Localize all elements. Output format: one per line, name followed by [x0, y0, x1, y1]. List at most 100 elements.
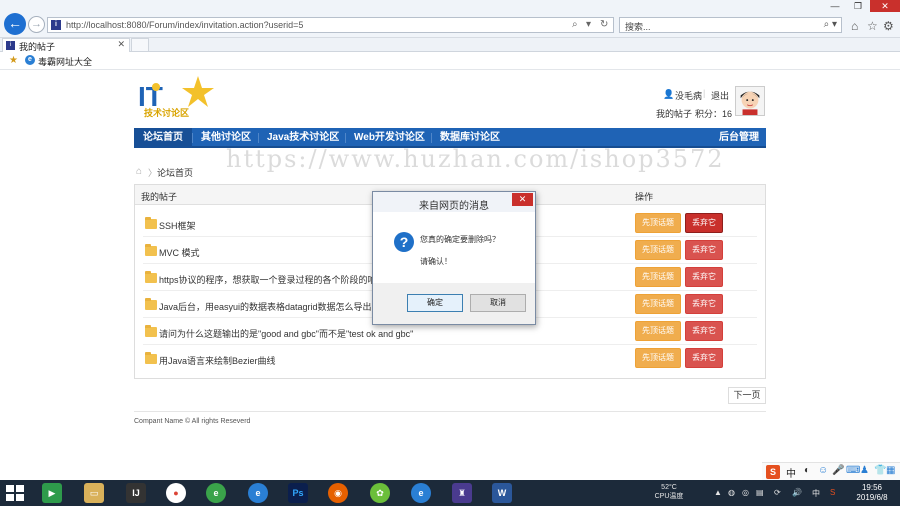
- intellij-app-icon[interactable]: IJ: [126, 483, 146, 503]
- folder-icon: [145, 244, 157, 256]
- post-title-link[interactable]: SSH框架: [159, 219, 196, 232]
- home-icon[interactable]: ⌂: [851, 19, 858, 33]
- sogou-ime-icon[interactable]: S: [766, 465, 780, 479]
- user-center-icon[interactable]: ♟: [860, 465, 869, 476]
- folder-icon: [145, 325, 157, 337]
- dialog-sub-message: 请确认！: [420, 257, 452, 266]
- footer-text: Compant Name © All rights Reseverd: [134, 418, 251, 425]
- maximize-button[interactable]: ❐: [847, 0, 869, 12]
- user-name-link[interactable]: 没毛病: [675, 89, 702, 102]
- folder-icon: [145, 271, 157, 283]
- post-title-link[interactable]: https协议的程序，想获取一个登录过程的各个阶段的响应时间: [159, 273, 404, 286]
- minimize-button[interactable]: —: [824, 0, 846, 12]
- tray-antivirus-icon[interactable]: ◎: [742, 488, 749, 497]
- ime-toolbar: S 中 ◐ ☺ 🎤 ⌨ ♟ 👕 ▦: [762, 462, 900, 480]
- next-page-button[interactable]: 下一页: [728, 387, 766, 404]
- system-clock[interactable]: 19:56 2019/6/8: [848, 483, 896, 503]
- browser-360-app-icon[interactable]: e: [206, 483, 226, 503]
- emoji-icon[interactable]: ☺: [818, 465, 828, 476]
- table-row: 用Java语言来绘制Bezier曲线 先顶话题 丢弃它: [143, 345, 757, 372]
- tray-lang[interactable]: 中: [812, 488, 820, 499]
- discard-button[interactable]: 丢弃它: [685, 321, 723, 341]
- tab-favicon: i: [6, 41, 15, 50]
- my-posts-link[interactable]: 我的帖子: [656, 107, 692, 120]
- dialog-message: 您真的确定要删除吗？: [420, 235, 500, 244]
- keyboard-icon[interactable]: ⌨: [846, 465, 860, 476]
- pin-topic-button[interactable]: 先顶话题: [635, 240, 681, 260]
- close-tab-icon[interactable]: ✕: [117, 39, 125, 50]
- refresh-icon[interactable]: ↻: [600, 19, 608, 30]
- dialog-titlebar[interactable]: 来自网页的消息: [373, 192, 535, 212]
- search-icon[interactable]: ⌕ ▾: [824, 19, 837, 30]
- pin-topic-button[interactable]: 先顶话题: [635, 294, 681, 314]
- pin-topic-button[interactable]: 先顶话题: [635, 321, 681, 341]
- media-player-app-icon[interactable]: ▶: [42, 483, 62, 503]
- search-input[interactable]: 搜索... ⌕ ▾: [619, 17, 842, 33]
- word-app-icon[interactable]: W: [492, 483, 512, 503]
- tray-sync-icon[interactable]: ⟳: [774, 488, 781, 497]
- ok-button[interactable]: 确定: [407, 294, 463, 312]
- discard-button[interactable]: 丢弃它: [685, 348, 723, 368]
- dialog-close-button[interactable]: ✕: [512, 193, 533, 206]
- ime-lang-toggle[interactable]: 中: [786, 465, 796, 480]
- settings-gear-icon[interactable]: ⚙: [883, 19, 894, 33]
- favorites-add-icon[interactable]: ★: [9, 55, 18, 66]
- microphone-icon[interactable]: 🎤: [832, 465, 844, 476]
- chevron-down-icon[interactable]: ▾: [586, 19, 591, 30]
- discard-button[interactable]: 丢弃它: [685, 213, 723, 233]
- windows-start-button[interactable]: [6, 485, 24, 501]
- breadcrumb[interactable]: 论坛首页: [157, 166, 193, 179]
- photoshop-app-icon[interactable]: Ps: [288, 483, 308, 503]
- file-explorer-app-icon[interactable]: ▭: [84, 483, 104, 503]
- discard-button[interactable]: 丢弃它: [685, 294, 723, 314]
- tray-app-icon[interactable]: ◍: [728, 488, 735, 497]
- clock-date: 2019/6/8: [856, 493, 888, 502]
- chrome-app-icon[interactable]: ●: [166, 483, 186, 503]
- clock-time: 19:56: [861, 483, 883, 492]
- half-width-icon[interactable]: ◐: [804, 465, 810, 476]
- volume-icon[interactable]: 🔊: [792, 488, 802, 497]
- address-url[interactable]: http://localhost:8080/Forum/index/invita…: [66, 20, 303, 30]
- pin-topic-button[interactable]: 先顶话题: [635, 213, 681, 233]
- tab-my-posts[interactable]: i 我的帖子 ✕: [2, 38, 130, 52]
- post-title-link[interactable]: MVC 模式: [159, 246, 200, 259]
- post-title-link[interactable]: 用Java语言来绘制Bezier曲线: [159, 354, 276, 367]
- pin-topic-button[interactable]: 先顶话题: [635, 348, 681, 368]
- pin-topic-button[interactable]: 先顶话题: [635, 267, 681, 287]
- confirm-dialog: 来自网页的消息 ✕ ? 您真的确定要删除吗？ 请确认！ 确定 取消: [372, 191, 536, 325]
- new-tab-button[interactable]: [131, 38, 149, 52]
- avatar[interactable]: [735, 86, 765, 116]
- ie-icon: e: [25, 55, 35, 65]
- tray-network-icon[interactable]: ▤: [756, 488, 764, 497]
- folder-icon: [145, 298, 157, 310]
- site-logo[interactable]: IT 技术讨论区: [136, 74, 220, 120]
- address-bar[interactable]: i http://localhost:8080/Forum/index/invi…: [47, 17, 614, 33]
- search-dropdown-icon[interactable]: ⌕: [572, 19, 578, 30]
- favorites-link[interactable]: 毒霸网址大全: [38, 55, 92, 68]
- tray-arrow-icon[interactable]: ▲: [714, 488, 722, 497]
- footer-divider: [134, 411, 766, 412]
- nav-forum-home[interactable]: 论坛首页: [134, 128, 192, 148]
- firefox-app-icon[interactable]: ◉: [328, 483, 348, 503]
- forward-button[interactable]: →: [28, 16, 45, 33]
- cpu-temperature: 52°C CPU温度: [654, 483, 684, 501]
- ie-active-app-icon[interactable]: e: [411, 483, 431, 503]
- sogou-tray-icon[interactable]: S: [830, 488, 835, 497]
- discard-button[interactable]: 丢弃它: [685, 240, 723, 260]
- logout-link[interactable]: 退出: [711, 89, 729, 102]
- skin-icon[interactable]: 👕: [874, 465, 886, 476]
- browser-toolbar: ← → i http://localhost:8080/Forum/index/…: [0, 0, 900, 38]
- qq-browser-app-icon[interactable]: ✿: [370, 483, 390, 503]
- ie-app-icon[interactable]: e: [248, 483, 268, 503]
- toolbox-icon[interactable]: ▦: [886, 465, 895, 476]
- close-window-button[interactable]: ✕: [870, 0, 900, 12]
- home-icon[interactable]: ⌂: [136, 166, 142, 177]
- favorites-star-icon[interactable]: ☆: [867, 19, 878, 33]
- cancel-button[interactable]: 取消: [470, 294, 526, 312]
- game-app-icon[interactable]: ♜: [452, 483, 472, 503]
- points-label: 积分：16: [695, 109, 733, 119]
- discard-button[interactable]: 丢弃它: [685, 267, 723, 287]
- back-button[interactable]: ←: [4, 13, 26, 35]
- folder-icon: [145, 217, 157, 229]
- post-title-link[interactable]: 请问为什么这题输出的是"good and gbc"而不是"test ok and…: [159, 327, 413, 340]
